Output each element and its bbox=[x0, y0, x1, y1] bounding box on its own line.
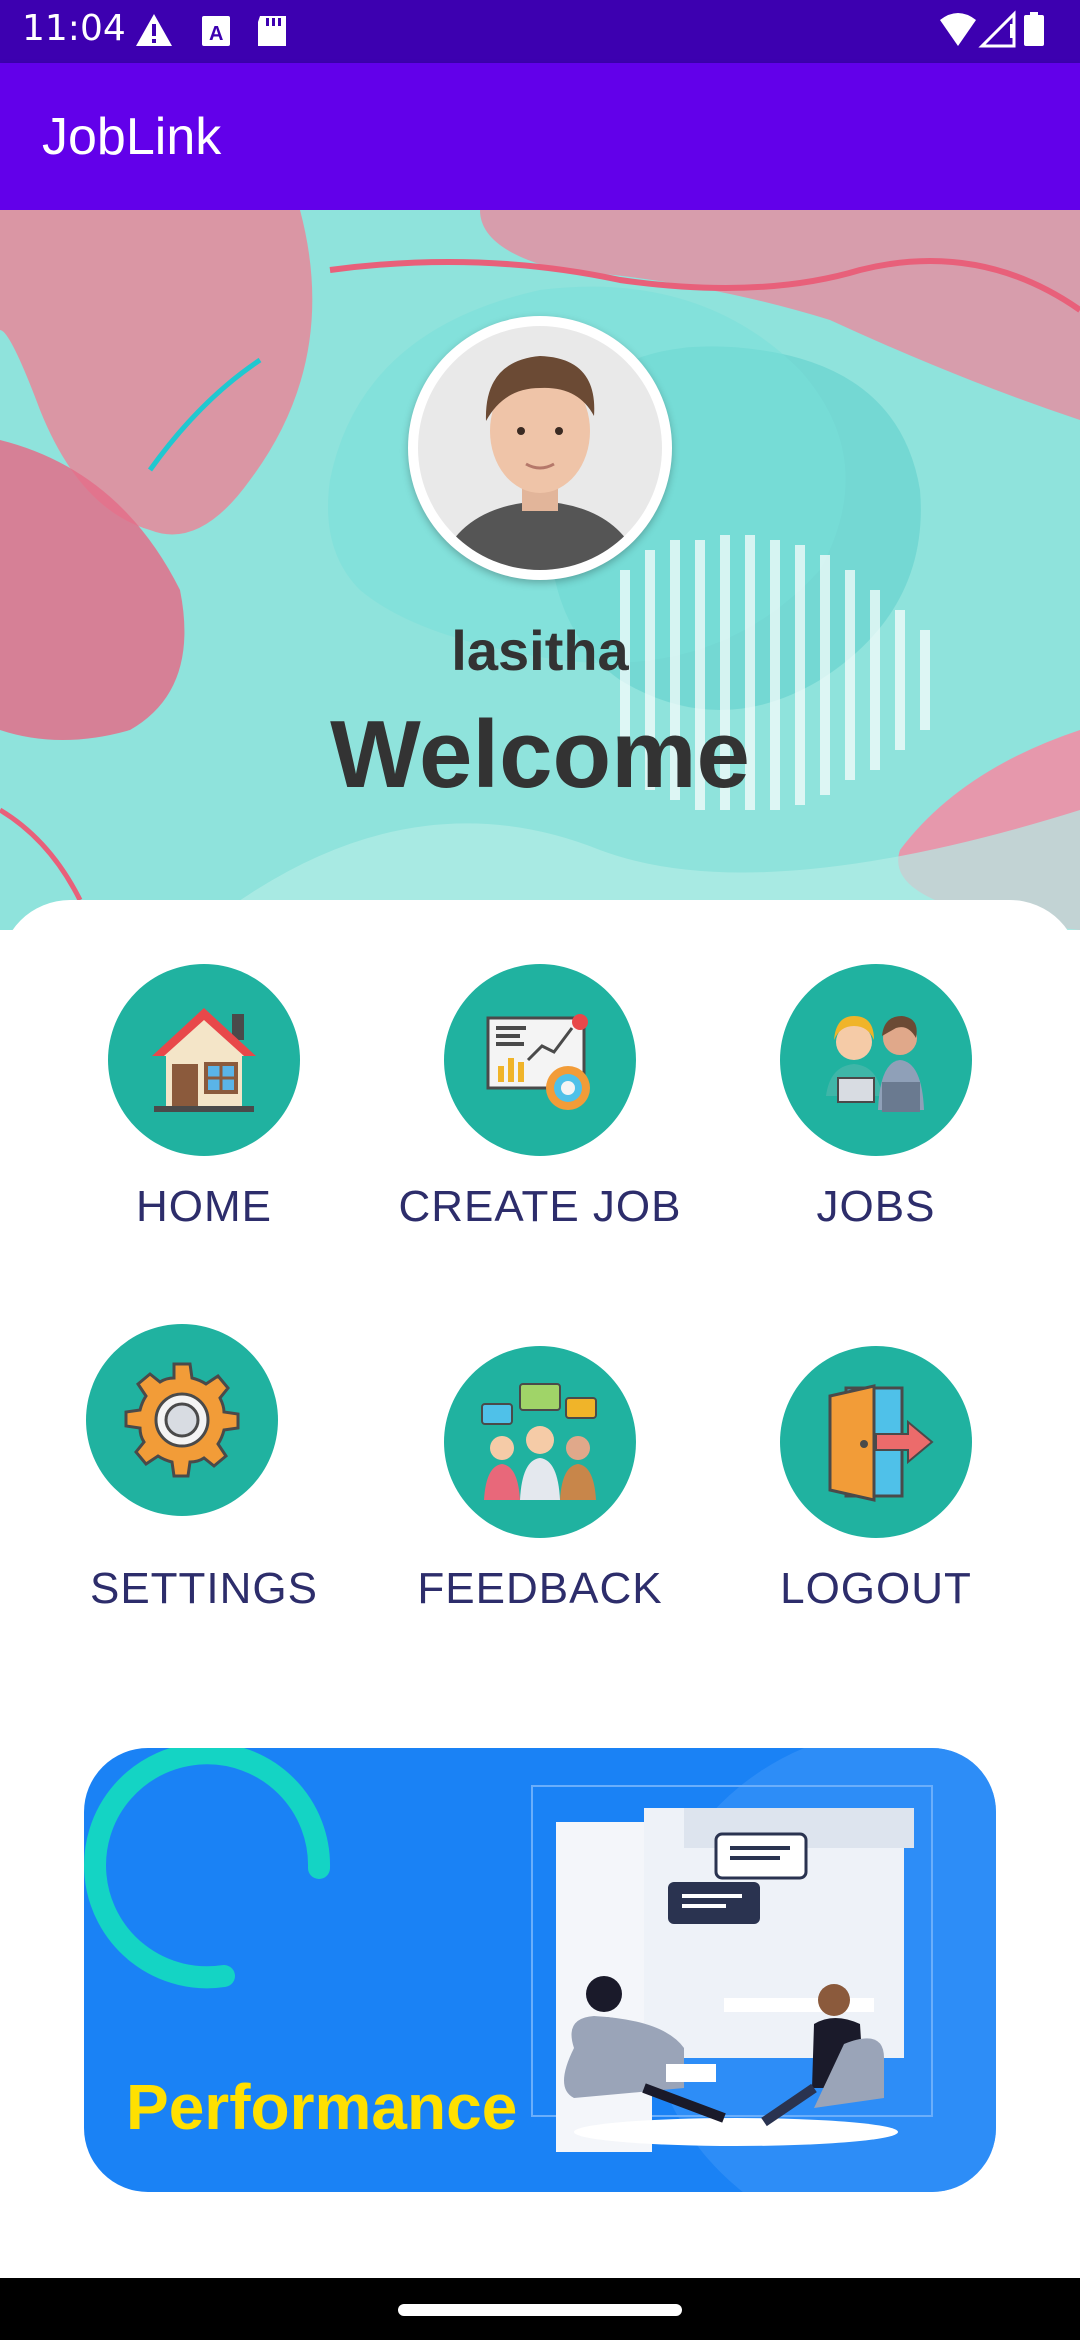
signal-icon bbox=[978, 10, 1016, 48]
welcome-heading: Welcome bbox=[330, 701, 750, 808]
feedback-icon-circle bbox=[444, 1346, 636, 1538]
warning-icon bbox=[136, 14, 172, 46]
home-icon-circle bbox=[108, 964, 300, 1156]
logout-label: LOGOUT bbox=[780, 1564, 972, 1613]
menu-tile-create-job[interactable]: CREATE JOB bbox=[372, 964, 708, 1244]
battery-icon bbox=[1024, 12, 1044, 46]
sd-card-icon bbox=[258, 16, 286, 46]
menu-tile-feedback[interactable]: FEEDBACK bbox=[372, 1346, 708, 1626]
avatar[interactable] bbox=[408, 316, 672, 580]
profile-photo bbox=[418, 326, 662, 570]
settings-icon-circle bbox=[86, 1324, 278, 1516]
logout-icon-circle bbox=[780, 1346, 972, 1538]
create-job-label: CREATE JOB bbox=[398, 1182, 682, 1231]
jobs-label: JOBS bbox=[816, 1182, 936, 1231]
settings-label: SETTINGS bbox=[89, 1564, 319, 1613]
status-notification-icons: A bbox=[134, 12, 294, 57]
create-job-icon-circle bbox=[444, 964, 636, 1156]
feedback-people-icon bbox=[481, 1383, 597, 1500]
app-title: JobLink bbox=[42, 108, 222, 166]
app-bar: JobLink bbox=[0, 63, 1080, 210]
menu-tile-home[interactable]: HOME bbox=[36, 964, 372, 1244]
menu-tile-logout[interactable]: LOGOUT bbox=[708, 1346, 1044, 1626]
font-icon: A bbox=[202, 16, 230, 46]
username: lasitha bbox=[451, 619, 629, 682]
exit-door-icon bbox=[828, 1384, 934, 1502]
gear-icon bbox=[124, 1362, 240, 1478]
jobs-icon-circle bbox=[780, 964, 972, 1156]
system-navigation-bar bbox=[0, 2278, 1080, 2340]
progress-ring-icon bbox=[84, 1748, 331, 1989]
svg-text:A: A bbox=[209, 23, 223, 45]
status-time: 11:04 bbox=[22, 8, 126, 49]
menu-tile-settings[interactable]: SETTINGS bbox=[36, 1324, 372, 1624]
home-label: HOME bbox=[136, 1182, 272, 1231]
home-gesture-handle[interactable] bbox=[398, 2304, 682, 2316]
people-working-icon bbox=[826, 1016, 924, 1112]
performance-card[interactable]: Performance bbox=[84, 1748, 996, 2192]
wifi-icon bbox=[940, 13, 976, 46]
performance-title: Performance bbox=[126, 2071, 518, 2143]
home-icon bbox=[152, 1008, 256, 1112]
menu-tile-jobs[interactable]: JOBS bbox=[708, 964, 1044, 1244]
feedback-label: FEEDBACK bbox=[417, 1564, 663, 1613]
chart-board-icon bbox=[486, 1014, 590, 1110]
status-system-icons bbox=[938, 10, 1058, 55]
status-bar: 11:04 A bbox=[0, 0, 1080, 63]
